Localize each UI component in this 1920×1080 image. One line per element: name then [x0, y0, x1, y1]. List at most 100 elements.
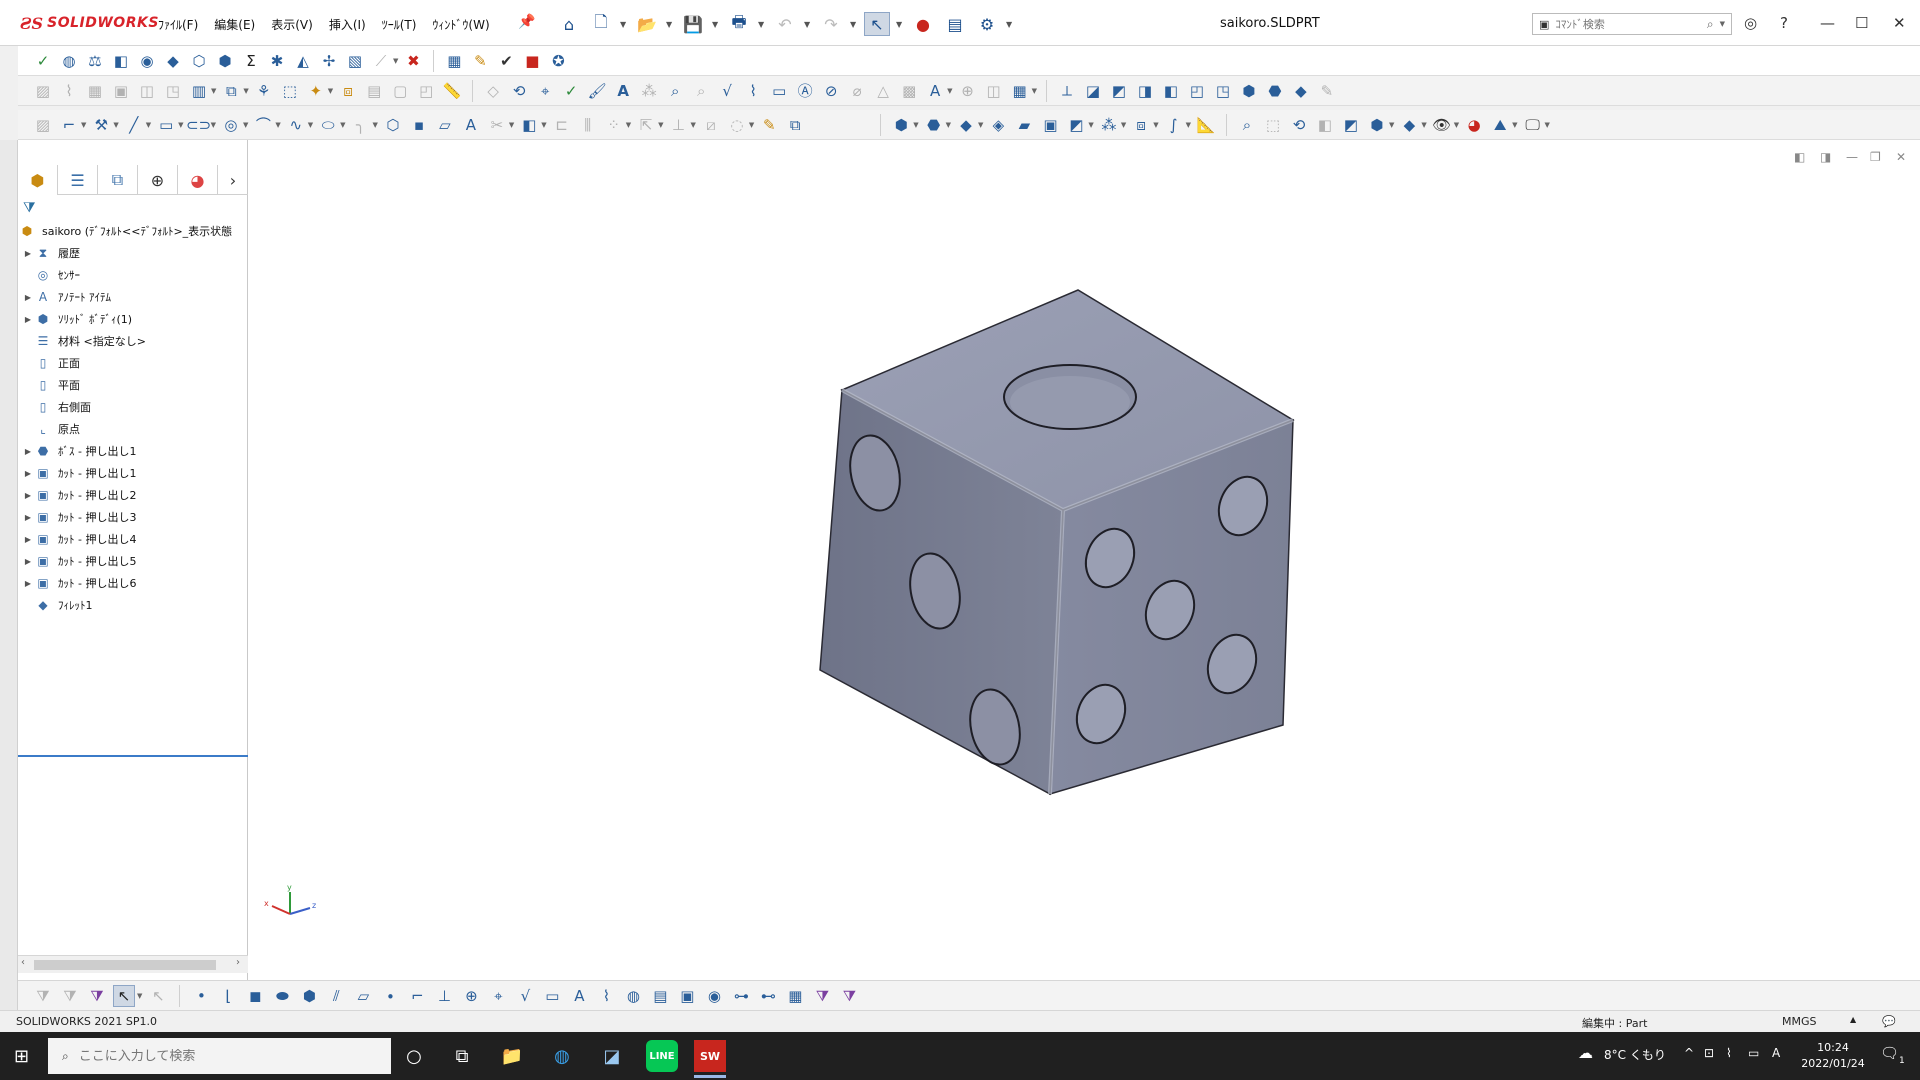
- open-folder-icon[interactable]: 📂: [634, 12, 660, 36]
- dimetric-view-icon[interactable]: ⬣: [1264, 80, 1286, 102]
- tree-item[interactable]: ▶ ▣ ｶｯﾄ - 押し出し2: [18, 484, 248, 506]
- new-document-icon[interactable]: 🗋: [588, 12, 614, 36]
- select-pointer-icon[interactable]: ↖: [864, 12, 890, 36]
- measure-ruler-icon[interactable]: 📏: [441, 80, 463, 102]
- line-icon[interactable]: ╱: [123, 114, 145, 136]
- filter-cosmetic-welds-icon[interactable]: ⊷: [757, 985, 779, 1007]
- scroll-thumb[interactable]: [34, 960, 216, 970]
- area-hatch-icon[interactable]: ▩: [898, 80, 920, 102]
- filter-routing-points-icon[interactable]: ⊶: [730, 985, 752, 1007]
- sketch-icon[interactable]: ▨: [32, 114, 54, 136]
- left-view-icon[interactable]: ◨: [1134, 80, 1156, 102]
- cosmetic-thread-icon[interactable]: △: [872, 80, 894, 102]
- options-dropdown-icon[interactable]: ▼: [1006, 20, 1014, 29]
- linear-pattern-feature-icon[interactable]: ⁂: [1098, 114, 1120, 136]
- section-properties-icon[interactable]: ◧: [110, 50, 132, 72]
- ellipse-icon[interactable]: ⬭: [317, 114, 339, 136]
- filter-axes-icon[interactable]: ⫽: [325, 985, 347, 1007]
- solidworks-logo[interactable]: ƧS SOLIDWORKS: [20, 12, 159, 34]
- top-view-icon[interactable]: ◰: [1186, 80, 1208, 102]
- 3dexperience-icon[interactable]: ✪: [547, 50, 569, 72]
- expand-arrow-icon[interactable]: ▶: [22, 447, 34, 456]
- mold-tools-icon[interactable]: ▤: [363, 80, 385, 102]
- filter-annotations-icon[interactable]: ⧩: [811, 985, 833, 1007]
- viewport-restore-icon[interactable]: ❐: [1870, 150, 1881, 164]
- draft-analysis-icon[interactable]: ◭: [292, 50, 314, 72]
- instant3d-dropdown-icon[interactable]: ▼: [211, 87, 216, 95]
- cortana-icon[interactable]: ○: [398, 1040, 430, 1072]
- expand-arrow-icon[interactable]: ▶: [22, 469, 34, 478]
- geometry-analysis-icon[interactable]: ⬡: [188, 50, 210, 72]
- expand-arrow-icon[interactable]: ▶: [22, 293, 34, 302]
- command-search-box[interactable]: ▣ ⌕ ▼: [1532, 13, 1732, 35]
- fillet-sketch-icon[interactable]: ╮: [350, 114, 372, 136]
- task-view-icon[interactable]: ⧉: [446, 1040, 478, 1072]
- dice-model[interactable]: y z x: [248, 140, 1920, 980]
- filter-center-marks-icon[interactable]: ⊕: [460, 985, 482, 1007]
- filter-notes-icon[interactable]: A: [568, 985, 590, 1007]
- snaps-dropdown-icon[interactable]: ▼: [749, 121, 754, 129]
- mirror-icon[interactable]: ◫: [136, 80, 158, 102]
- simulation-icon[interactable]: ■: [521, 50, 543, 72]
- expand-arrow-icon[interactable]: ▶: [22, 491, 34, 500]
- property-manager-tab-icon[interactable]: ☰: [58, 165, 98, 195]
- viewport-minimize-icon[interactable]: —: [1846, 150, 1858, 164]
- command-search-input[interactable]: [1555, 17, 1701, 31]
- slot-icon[interactable]: ⊂⊃: [186, 114, 211, 136]
- datum-icon[interactable]: ⌖: [534, 80, 556, 102]
- datum-target-icon[interactable]: ⊘: [820, 80, 842, 102]
- notification-center-icon[interactable]: 🗨: [1880, 1044, 1899, 1062]
- circle-dropdown-icon[interactable]: ▼: [243, 121, 248, 129]
- right-view-icon[interactable]: ◧: [1160, 80, 1182, 102]
- save-icon[interactable]: 💾: [680, 12, 706, 36]
- view-selector-icon[interactable]: ✎: [1316, 80, 1338, 102]
- tree-item[interactable]: ☰ 材料 <指定なし>: [18, 330, 248, 352]
- weld-symbol-icon[interactable]: ⌇: [742, 80, 764, 102]
- menu-insert[interactable]: 挿入(I): [321, 14, 374, 35]
- expand-arrow-icon[interactable]: ▶: [22, 535, 34, 544]
- unit-system[interactable]: MMGS: [1782, 1015, 1817, 1028]
- filter-toggle-icon[interactable]: ⧩: [32, 985, 54, 1007]
- redo-dropdown-icon[interactable]: ▼: [850, 20, 858, 29]
- instant2d-icon[interactable]: ⧉: [784, 114, 806, 136]
- dimxpert-manager-tab-icon[interactable]: ⊕: [138, 165, 178, 195]
- back-view-icon[interactable]: ◩: [1108, 80, 1130, 102]
- network-icon[interactable]: ⌇: [1726, 1046, 1732, 1060]
- mass-properties-icon[interactable]: ⚖: [84, 50, 106, 72]
- save-dropdown-icon[interactable]: ▼: [712, 20, 720, 29]
- plane-sketch-icon[interactable]: ▱: [434, 114, 456, 136]
- table-icon[interactable]: ▦: [1009, 80, 1031, 102]
- curves-icon[interactable]: ⚘: [253, 80, 275, 102]
- display-style-icon[interactable]: ◆: [1398, 114, 1420, 136]
- fillet-feature-dropdown-icon[interactable]: ▼: [978, 121, 983, 129]
- orientation-dropdown-icon[interactable]: ▼: [1389, 121, 1394, 129]
- parting-line-icon[interactable]: ▧: [344, 50, 366, 72]
- import-diagnostics-icon[interactable]: ⬢: [214, 50, 236, 72]
- arc-dropdown-icon[interactable]: ▼: [275, 121, 280, 129]
- tree-item[interactable]: ▶ ▣ ｶｯﾄ - 押し出し6: [18, 572, 248, 594]
- instant3d-2-icon[interactable]: 📐: [1195, 114, 1217, 136]
- display-relations-icon[interactable]: ⊥: [667, 114, 689, 136]
- rebuild-traffic-light-icon[interactable]: ●: [910, 12, 936, 36]
- filter-cosmetic-threads-icon[interactable]: ▤: [649, 985, 671, 1007]
- filter-selection-icon[interactable]: ⧩: [86, 985, 108, 1007]
- instant3d-icon[interactable]: ▥: [188, 80, 210, 102]
- boss-dropdown-icon[interactable]: ▼: [913, 121, 918, 129]
- surface-finish-icon[interactable]: √: [716, 80, 738, 102]
- expand-arrow-icon[interactable]: ▶: [22, 249, 34, 258]
- status-message-icon[interactable]: 💬: [1882, 1015, 1896, 1028]
- geometric-tolerance-icon[interactable]: ▭: [768, 80, 790, 102]
- sketch-pattern-icon[interactable]: ⁘: [603, 114, 625, 136]
- filter-planes-icon[interactable]: ▱: [352, 985, 374, 1007]
- tree-root-part[interactable]: ⬢ saikoro (ﾃﾞﾌｫﾙﾄ<<ﾃﾞﾌｫﾙﾄ>_表示状態: [18, 220, 248, 242]
- tree-item[interactable]: ▶ ▣ ｶｯﾄ - 押し出し3: [18, 506, 248, 528]
- polygon-icon[interactable]: ⬡: [382, 114, 404, 136]
- tree-item[interactable]: ▯ 正面: [18, 352, 248, 374]
- spline-dropdown-icon[interactable]: ▼: [308, 121, 313, 129]
- lpattern-dropdown-icon[interactable]: ▼: [1121, 121, 1126, 129]
- scroll-right-icon[interactable]: ›: [236, 957, 240, 968]
- extruded-boss-base-icon[interactable]: ⬢: [890, 114, 912, 136]
- select-other-icon[interactable]: ↖: [147, 985, 169, 1007]
- curves-2-icon[interactable]: ∫: [1163, 114, 1185, 136]
- tree-item[interactable]: ▯ 右側面: [18, 396, 248, 418]
